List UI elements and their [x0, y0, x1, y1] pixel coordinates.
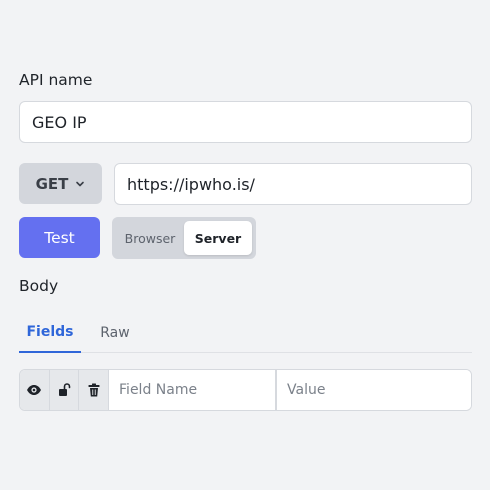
chevron-down-icon — [76, 181, 85, 186]
api-name-label: API name — [19, 71, 93, 89]
api-name-input[interactable]: GEO IP — [19, 101, 472, 143]
eye-icon — [27, 385, 42, 395]
field-name-input[interactable] — [109, 370, 278, 410]
method-label: GET — [35, 174, 69, 193]
tab-raw[interactable]: Raw — [81, 313, 149, 353]
url-input[interactable]: https://ipwho.is/ — [114, 163, 472, 205]
lock-toggle-button[interactable] — [49, 370, 80, 410]
tab-fields[interactable]: Fields — [19, 313, 81, 353]
body-tabs: Fields Raw — [19, 313, 472, 353]
body-label: Body — [19, 277, 59, 295]
test-button[interactable]: Test — [19, 217, 100, 258]
trash-icon — [88, 383, 100, 397]
toggle-visibility-button[interactable] — [20, 370, 50, 410]
field-value-input[interactable] — [277, 370, 471, 410]
environment-option-server[interactable]: Server — [184, 221, 252, 255]
unlock-icon — [59, 383, 71, 396]
delete-field-button[interactable] — [79, 370, 110, 410]
field-row — [19, 369, 472, 411]
environment-option-browser[interactable]: Browser — [116, 221, 184, 255]
environment-toggle: Browser Server — [112, 217, 256, 259]
method-select[interactable]: GET — [19, 163, 102, 204]
